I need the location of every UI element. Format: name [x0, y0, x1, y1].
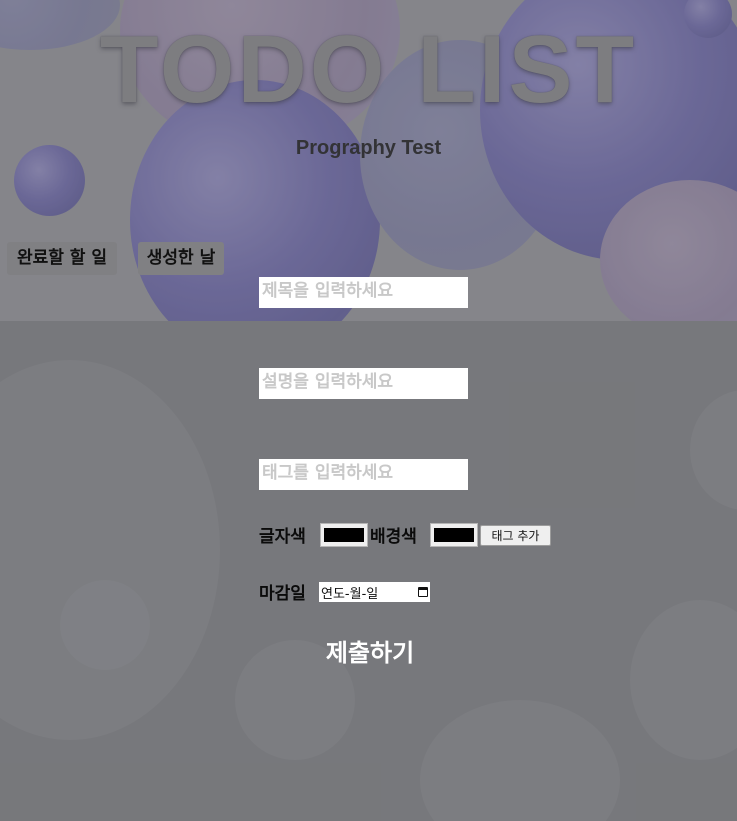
page-subtitle: Prography Test: [295, 137, 442, 159]
add-tag-button[interactable]: 태그 추가: [480, 525, 551, 546]
sort-by-done-button[interactable]: 완료할 할 일: [7, 242, 117, 275]
bg-color-picker[interactable]: [430, 523, 478, 547]
sort-by-created-button[interactable]: 생성한 날: [138, 242, 224, 275]
description-input[interactable]: [259, 368, 468, 399]
tag-input[interactable]: [259, 459, 468, 490]
bg-color-fill: [434, 528, 474, 542]
todo-app: TODO LIST Prography Test 완료할 할 일 생성한 날 글…: [0, 0, 737, 821]
deadline-label: 마감일: [259, 584, 306, 604]
text-color-fill: [324, 528, 364, 542]
deadline-date-input[interactable]: 연도-월-일: [319, 582, 430, 602]
text-color-picker[interactable]: [320, 523, 368, 547]
text-color-label: 글자색: [259, 527, 306, 547]
calendar-icon[interactable]: [418, 587, 428, 597]
bg-color-label: 배경색: [370, 527, 417, 547]
submit-button[interactable]: 제출하기: [300, 633, 440, 671]
deadline-date-placeholder: 연도-월-일: [321, 586, 379, 602]
title-input[interactable]: [259, 277, 468, 308]
page-title: TODO LIST: [99, 16, 638, 123]
